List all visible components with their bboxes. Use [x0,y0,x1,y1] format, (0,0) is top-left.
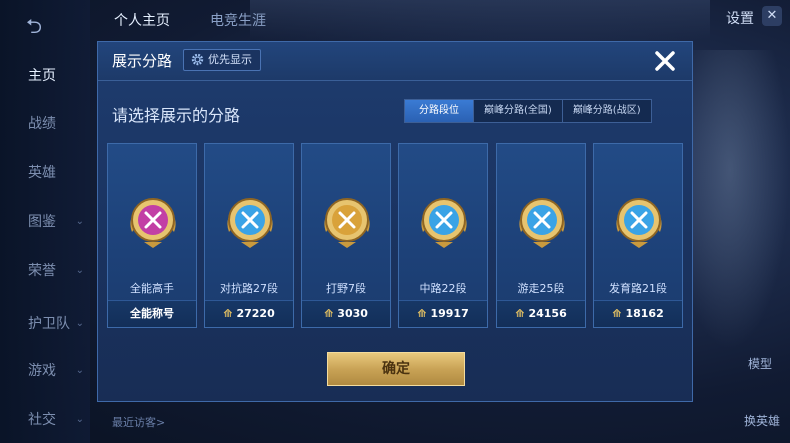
confirm-button[interactable]: 确定 [327,352,465,386]
sidebar-item[interactable]: 战绩 [0,108,90,138]
sidebar-item[interactable]: 图鉴 ⌄ [0,206,90,236]
display-lane-dialog: 展示分路 优先显示 请选择展示的分路 分路段位 巅峰分路(全国) 巅峰分路(战区) … [97,41,693,402]
dialog-title: 展示分路 [112,52,173,70]
lane-card-value: ⟰ 19917 [399,300,487,327]
rank-points-icon: ⟰ [417,307,427,320]
settings-button[interactable]: 设置 [726,8,754,28]
lane-card-value: ⟰ 27220 [205,300,293,327]
segment-tab[interactable]: 巅峰分路(全国) [473,100,562,122]
background-close-icon[interactable]: ✕ [762,6,782,26]
segment-tab[interactable]: 分路段位 [405,100,473,122]
back-arrow-icon[interactable]: ⮌ [26,12,66,38]
chevron-down-icon: ⌄ [75,317,84,329]
jungle-badge-icon [324,198,370,248]
lane-card-name: 对抗路27段 [220,282,278,295]
lane-card[interactable]: 游走25段 ⟰ 24156 [496,143,586,328]
sidebar-item[interactable]: 护卫队 ⌄ [0,308,90,338]
lane-card-value-text: 24156 [528,307,567,320]
change-hero-button[interactable]: 换英雄 [744,412,780,429]
sidebar-item[interactable]: 社交 ⌄ [0,404,90,434]
sidebar-item-label: 荣誉 [28,263,56,279]
lane-card-value-text: 全能称号 [130,307,174,320]
lane-card-value-text: 19917 [430,307,469,320]
model-button[interactable]: 模型 [748,355,772,372]
lane-card-name: 打野7段 [326,282,366,295]
lane-type-segmented-control: 分路段位 巅峰分路(全国) 巅峰分路(战区) [404,99,652,123]
chevron-down-icon: ⌄ [75,364,84,376]
lane-card-value-text: 3030 [337,307,368,320]
sidebar-item-label: 游戏 [28,363,56,379]
lane-card[interactable]: 全能高手 全能称号 [107,143,197,328]
rank-points-icon: ⟰ [223,307,233,320]
close-icon[interactable] [652,48,678,74]
lane-card-value: ⟰ 18162 [594,300,682,327]
gear-icon [191,53,204,66]
chevron-down-icon: ⌄ [75,264,84,276]
sidebar-item-label: 主页 [28,68,56,84]
lane-card[interactable]: 发育路21段 ⟰ 18162 [593,143,683,328]
lane-card-value: 全能称号 [108,300,196,327]
sidebar-item[interactable]: 主页 [0,60,90,90]
chevron-down-icon: ⌄ [75,413,84,425]
sidebar-item-label: 图鉴 [28,214,56,230]
sidebar-item-label: 社交 [28,412,56,428]
lane-card[interactable]: 对抗路27段 ⟰ 27220 [204,143,294,328]
lane-card[interactable]: 打野7段 ⟰ 3030 [301,143,391,328]
background-art-top [250,0,710,40]
lane-card-value-text: 27220 [236,307,275,320]
lane-card-value: ⟰ 24156 [497,300,585,327]
sidebar-item[interactable]: 英雄 [0,157,90,187]
chevron-down-icon: ⌄ [75,215,84,227]
lane-card[interactable]: 中路22段 ⟰ 19917 [398,143,488,328]
sidebar-item[interactable]: 荣誉 ⌄ [0,255,90,285]
segment-tab[interactable]: 巅峰分路(战区) [561,100,651,122]
lane-card-value-text: 18162 [625,307,664,320]
priority-display-label: 优先显示 [208,53,252,66]
tab-profile[interactable]: 个人主页 [114,10,170,30]
sidebar-item-label: 战绩 [28,116,56,132]
sidebar-item-label: 护卫队 [28,316,70,332]
rank-points-icon: ⟰ [612,307,622,320]
sidebar-item-label: 英雄 [28,165,56,181]
lane-card-name: 中路22段 [419,282,467,295]
sidebar-item[interactable]: 游戏 ⌄ [0,355,90,385]
lane-card-name: 全能高手 [130,282,174,295]
farm-lane-badge-icon [616,198,662,248]
all-round-badge-icon [130,198,176,248]
lane-card-list: 全能高手 全能称号 对抗路27段 ⟰ 27220 打野7段 ⟰ 3030 中路22段 ⟰ 19917… [107,143,685,328]
lane-card-value: ⟰ 3030 [302,300,390,327]
mid-lane-badge-icon [421,198,467,248]
tab-esports-career[interactable]: 电竞生涯 [210,10,266,30]
priority-display-button[interactable]: 优先显示 [183,49,261,71]
rank-points-icon: ⟰ [324,307,334,320]
lane-card-name: 发育路21段 [609,282,667,295]
dialog-header: 展示分路 优先显示 [98,42,692,81]
roam-badge-icon [519,198,565,248]
rank-points-icon: ⟰ [515,307,525,320]
select-lane-prompt: 请选择展示的分路 [112,106,241,125]
recent-visitors-link[interactable]: 最近访客> [112,414,165,430]
lane-card-name: 游走25段 [517,282,565,295]
clash-lane-badge-icon [227,198,273,248]
